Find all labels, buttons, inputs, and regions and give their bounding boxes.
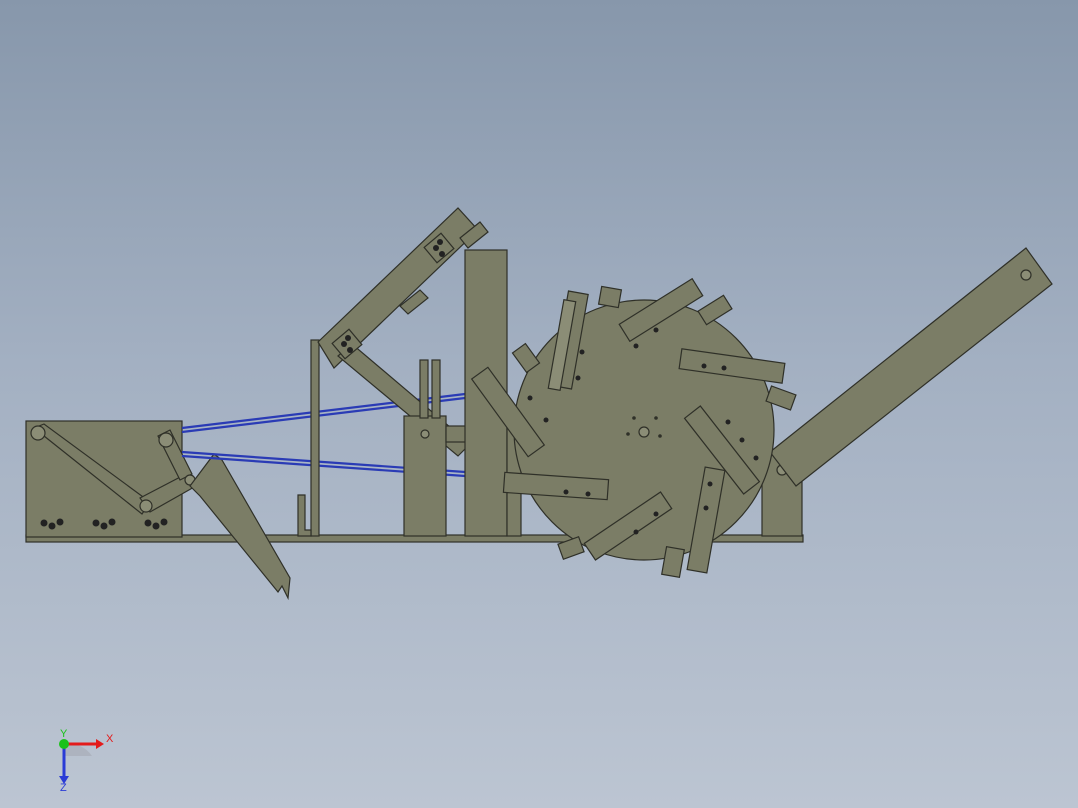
machine-model[interactable] xyxy=(0,0,1078,808)
fork-arm xyxy=(189,453,291,601)
x-axis-label: X xyxy=(106,733,114,745)
x-axis-head xyxy=(96,739,104,749)
left-drive-housing xyxy=(25,420,197,538)
view-triad[interactable]: X Y Z xyxy=(50,728,120,792)
vertical-post-left xyxy=(310,339,320,537)
y-axis-label: Y xyxy=(60,728,68,740)
bracket-foot xyxy=(297,494,312,537)
cad-viewport[interactable]: X Y Z xyxy=(0,0,1078,808)
inclined-chute xyxy=(769,247,1053,487)
y-axis-dot xyxy=(59,739,69,749)
z-axis-label: Z xyxy=(60,782,67,792)
